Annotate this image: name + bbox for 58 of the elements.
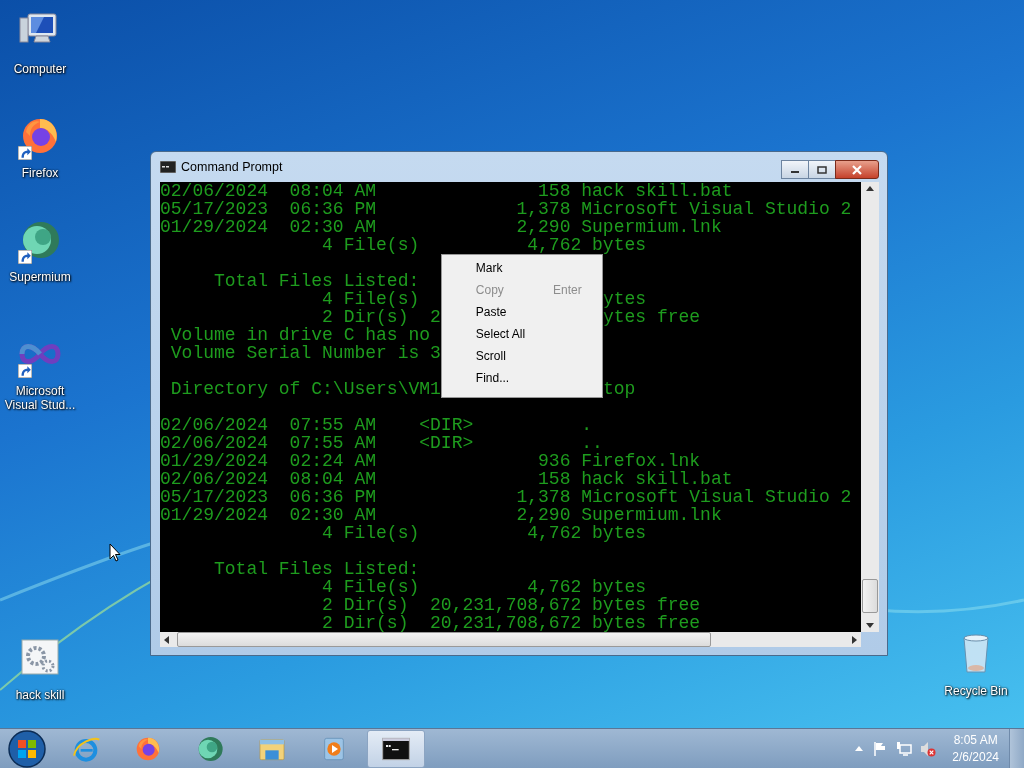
menu-item[interactable]: Find... <box>443 367 600 389</box>
menu-item[interactable]: Paste <box>443 301 600 323</box>
terminal-line: 2 Dir(s) 20,231,708,672 bytes free <box>321 596 701 614</box>
clock-time: 8:05 AM <box>953 731 998 749</box>
terminal-line: 05/17/2023 06:36 PM 1,378 Microsoft Visual Studio 2 <box>160 488 852 506</box>
terminal-line: 01/29/2024 02:30 AM 2,290 Supermium.lnk <box>160 506 722 524</box>
maximize-icon <box>817 165 827 174</box>
close-icon <box>851 164 863 175</box>
terminal-line: ytes <box>602 290 647 308</box>
menu-item[interactable]: Scroll <box>443 345 600 367</box>
terminal-line: Volume in drive C has no <box>169 326 431 344</box>
terminal-line: 02/06/2024 07:55 AM <DIR> .. <box>160 434 603 452</box>
terminal-line: Total Files Listed: <box>213 560 420 578</box>
scroll-right-icon[interactable] <box>852 635 857 644</box>
window-title: Command Prompt <box>181 160 284 174</box>
terminal-line: Total Files Listed: <box>213 272 420 290</box>
clock-date: 2/6/2024 <box>952 748 999 766</box>
scroll-up-icon[interactable] <box>866 186 874 191</box>
terminal-line: 2 Dir(s) 20,231,708,672 bytes free <box>321 614 701 632</box>
terminal-line: ytes free <box>602 308 701 326</box>
icon-label[interactable]: Firefox <box>21 166 59 180</box>
network-icon[interactable] <box>896 740 913 757</box>
terminal-line: 4 File(s) 4,762 bytes <box>321 524 647 542</box>
icon-label[interactable]: hack skill <box>15 688 65 702</box>
terminal-line: 02/06/2024 08:04 AM 158 hack skill.bat <box>160 470 733 488</box>
terminal-line: 4 File(s) 4,762 bytes <box>321 236 647 254</box>
start-button[interactable] <box>7 728 47 768</box>
show-desktop-button[interactable] <box>1009 728 1024 768</box>
horizontal-scrollbar[interactable] <box>160 632 861 647</box>
terminal-line: 02/06/2024 07:55 AM <DIR> . <box>160 416 593 434</box>
maximize-button[interactable] <box>808 160 836 179</box>
terminal-line: 4 File(s) 4,762 bytes <box>321 578 647 596</box>
terminal-line: 01/29/2024 02:30 AM 2,290 Supermium.lnk <box>160 218 722 236</box>
vertical-scrollbar[interactable] <box>861 182 879 632</box>
scrollbar-thumb[interactable] <box>862 579 879 613</box>
icon-label[interactable]: Supermium <box>9 270 71 284</box>
terminal-line: 01/29/2024 02:24 AM 936 Firefox.lnk <box>160 452 701 470</box>
terminal-line: Directory of C:\Users\VM1 <box>169 380 441 398</box>
muted-speaker-icon[interactable] <box>920 740 937 757</box>
taskbar-button[interactable] <box>367 729 425 768</box>
menu-item[interactable]: Mark <box>443 257 600 279</box>
terminal-line: 05/17/2023 06:36 PM 1,378 Microsoft Visual Studio 2 <box>160 200 852 218</box>
mouse-pointer-icon <box>109 543 121 562</box>
menu-item[interactable]: Select All <box>443 323 600 345</box>
icon-label[interactable]: Microsoft Visual Stud... <box>0 384 80 412</box>
scrollbar-thumb[interactable] <box>177 632 711 647</box>
terminal-line: top <box>602 380 636 398</box>
close-button[interactable] <box>835 160 879 179</box>
terminal-line: Volume Serial Number is 3 <box>169 344 441 362</box>
terminal-line: 4 File(s) <box>321 290 420 308</box>
show-hidden-icons-icon[interactable] <box>855 746 864 751</box>
console-icon <box>160 161 176 173</box>
scroll-left-icon[interactable] <box>164 635 169 644</box>
icon-label[interactable]: Computer <box>13 62 67 76</box>
minimize-button[interactable] <box>781 160 809 179</box>
scroll-down-icon[interactable] <box>866 623 874 628</box>
terminal-line: 02/06/2024 08:04 AM 158 hack skill.bat <box>160 182 733 200</box>
terminal-line: 2 Dir(s) 2 <box>321 308 441 326</box>
